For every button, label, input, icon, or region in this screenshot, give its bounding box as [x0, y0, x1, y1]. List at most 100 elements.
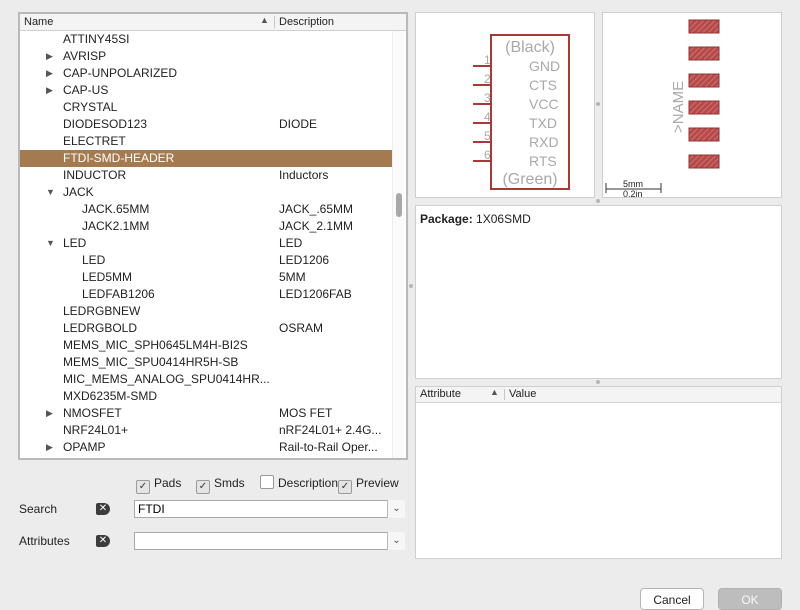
preview-checkbox[interactable]: ✓ Preview	[338, 475, 399, 494]
tree-row[interactable]: ATTINY45SI	[20, 31, 392, 48]
tree-row-name: MIC_MEMS_ANALOG_SPU0414HR...	[63, 372, 270, 386]
symbol-pin-number: 3	[484, 91, 491, 105]
clear-attributes-icon[interactable]: ✕	[96, 535, 110, 547]
search-label: Search	[19, 502, 58, 516]
tree-row-description: JACK_.65MM	[279, 202, 354, 216]
pads-check-icon[interactable]: ✓	[136, 480, 150, 494]
vertical-splitter-handle[interactable]	[409, 284, 413, 288]
tree-row[interactable]: CRYSTAL	[20, 99, 392, 116]
collapsed-chevron-icon[interactable]: ▶	[46, 65, 56, 82]
tree-row[interactable]: LEDRGBOLD OSRAM	[20, 320, 392, 337]
tree-row[interactable]: JACK2.1MM JACK_2.1MM	[20, 218, 392, 235]
collapsed-chevron-icon[interactable]: ▶	[46, 439, 56, 456]
collapsed-chevron-icon[interactable]: ▶	[46, 82, 56, 99]
tree-row[interactable]: JACK.65MM JACK_.65MM	[20, 201, 392, 218]
collapsed-chevron-icon[interactable]: ▶	[46, 48, 56, 65]
scale-bottom-label: 0.2in	[623, 189, 643, 197]
tree-row[interactable]: PHOTOTRANSISTOR-NPN1206	[20, 456, 392, 458]
preview-splitter-handle[interactable]	[596, 102, 600, 106]
search-history-dropdown-icon[interactable]: ⌄	[387, 500, 405, 518]
description-check-icon[interactable]	[260, 475, 274, 489]
package-info-panel: Package: 1X06SMD	[415, 205, 782, 379]
search-input[interactable]	[134, 500, 405, 518]
tree-row[interactable]: MIC_MEMS_ANALOG_SPU0414HR...	[20, 371, 392, 388]
tree-scrollbar-thumb[interactable]	[396, 193, 402, 217]
collapsed-chevron-icon[interactable]: ▶	[46, 405, 56, 422]
tree-row[interactable]: LEDFAB1206 LED1206FAB	[20, 286, 392, 303]
package-pads	[688, 19, 720, 169]
expanded-chevron-icon[interactable]: ▼	[46, 235, 56, 252]
attributes-dropdown-icon[interactable]: ⌄	[387, 532, 405, 550]
tree-row[interactable]: ▶ NMOSFET MOS FET	[20, 405, 392, 422]
tree-row[interactable]: MXD6235M-SMD	[20, 388, 392, 405]
symbol-pin-number: 6	[484, 148, 491, 162]
package-info-label: Package:	[420, 212, 473, 226]
tree-row[interactable]: ▶ CAP-US	[20, 82, 392, 99]
tree-row-name: LEDRGBOLD	[63, 321, 138, 335]
value-column-header[interactable]: Value	[509, 388, 536, 400]
tree-row-description: JACK_2.1MM	[279, 219, 354, 233]
symbol-pin-name: RXD	[529, 134, 559, 150]
tree-row[interactable]: ▶ AVRISP	[20, 48, 392, 65]
tree-row[interactable]: INDUCTOR Inductors	[20, 167, 392, 184]
tree-row-name: NRF24L01+	[63, 423, 129, 437]
tree-row-description: Inductors	[279, 168, 329, 182]
tree-row[interactable]: MEMS_MIC_SPH0645LM4H-BI2S	[20, 337, 392, 354]
clear-search-icon[interactable]: ✕	[96, 503, 110, 515]
tree-row-name: CAP-UNPOLARIZED	[63, 66, 178, 80]
package-preview: >NAME 5mm 0.2in	[602, 12, 782, 199]
tree-row[interactable]: FTDI-SMD-HEADER	[20, 150, 392, 167]
symbol-bottom-label: (Green)	[502, 171, 557, 188]
ok-button[interactable]: OK	[718, 588, 782, 610]
symbol-preview: (Black) (Green) 1 GND 2 CTS 3 VCC 4 TXD 5 RXD 6 RTS	[415, 12, 595, 198]
cancel-button[interactable]: Cancel	[640, 588, 704, 610]
tree-row-description: LED	[279, 236, 303, 250]
attribute-column-header[interactable]: Attribute	[420, 388, 461, 400]
pads-checkbox[interactable]: ✓ Pads	[136, 475, 181, 494]
tree-row-name: JACK.65MM	[82, 202, 150, 216]
preview-splitter-handle-lower[interactable]	[596, 199, 600, 203]
tree-row-name: ATTINY45SI	[63, 32, 130, 46]
sort-ascending-icon[interactable]: ▲	[260, 15, 269, 25]
sort-ascending-icon[interactable]: ▲	[490, 387, 499, 397]
symbol-pin-name: VCC	[529, 96, 559, 112]
package-info-value: 1X06SMD	[476, 212, 531, 226]
description-checkbox[interactable]: Description	[260, 475, 338, 491]
tree-row[interactable]: LED LED1206	[20, 252, 392, 269]
tree-row-name: PHOTOTRANSISTOR-NPN1206	[63, 456, 239, 458]
tree-row-name: LEDRGBNEW	[63, 304, 141, 318]
tree-row[interactable]: DIODESOD123 DIODE	[20, 116, 392, 133]
component-tree[interactable]: Name ▲ Description ATTINY45SI ▶ AVRISP ▶ CAP…	[18, 12, 408, 460]
expanded-chevron-icon[interactable]: ▼	[46, 184, 56, 201]
tree-row[interactable]: LED5MM 5MM	[20, 269, 392, 286]
tree-row[interactable]: LEDRGBNEW	[20, 303, 392, 320]
package-drawing: >NAME 5mm 0.2in	[605, 19, 720, 199]
symbol-pin-number: 2	[484, 72, 491, 86]
symbol-top-label: (Black)	[505, 39, 555, 56]
attributes-input[interactable]	[134, 532, 405, 550]
attributes-label: Attributes	[19, 534, 70, 548]
tree-row-name: ELECTRET	[63, 134, 126, 148]
tree-row[interactable]: ▶ OPAMP Rail-to-Rail Oper...	[20, 439, 392, 456]
name-column-header[interactable]: Name	[24, 16, 53, 28]
smds-check-icon[interactable]: ✓	[196, 480, 210, 494]
symbol-pin-name: CTS	[529, 77, 557, 93]
tree-row[interactable]: ELECTRET	[20, 133, 392, 150]
symbol-pin-number: 4	[484, 110, 491, 124]
tree-row[interactable]: ▼ JACK	[20, 184, 392, 201]
tree-row[interactable]: ▼ LED LED	[20, 235, 392, 252]
tree-row[interactable]: ▶ CAP-UNPOLARIZED	[20, 65, 392, 82]
symbol-pin-name: TXD	[529, 115, 557, 131]
tree-scrollbar[interactable]	[392, 31, 405, 458]
preview-check-icon[interactable]: ✓	[338, 480, 352, 494]
tree-row-name: JACK	[63, 185, 94, 199]
tree-row-name: LED	[63, 236, 87, 250]
tree-row[interactable]: MEMS_MIC_SPU0414HR5H-SB	[20, 354, 392, 371]
attribute-table[interactable]: Attribute ▲ Value	[415, 386, 782, 559]
package-name-label: >NAME	[670, 81, 687, 133]
tree-row[interactable]: NRF24L01+ nRF24L01+ 2.4G...	[20, 422, 392, 439]
package-pad	[688, 127, 720, 142]
smds-checkbox[interactable]: ✓ Smds	[196, 475, 245, 494]
description-column-header[interactable]: Description	[279, 16, 334, 28]
horizontal-splitter-handle[interactable]	[596, 380, 600, 384]
